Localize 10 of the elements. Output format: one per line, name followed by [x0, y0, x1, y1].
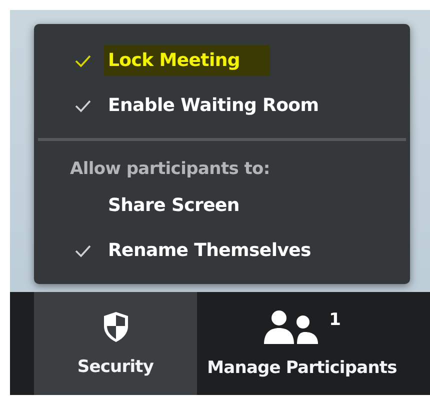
menu-item[interactable]: Lock Meeting [34, 38, 410, 83]
menu-item[interactable]: Enable Waiting Room [34, 83, 410, 128]
people-icon [263, 310, 320, 344]
menu-item[interactable]: Share Screen [34, 183, 410, 228]
section-heading: Allow participants to: [69, 158, 271, 181]
security-button[interactable]: Security [34, 292, 197, 395]
participants-button[interactable]: 1 Manage Participants [197, 292, 407, 395]
participant-count: 1 [329, 310, 341, 330]
menu-item[interactable]: Rename Themselves [34, 228, 410, 273]
shield-icon [102, 310, 128, 342]
